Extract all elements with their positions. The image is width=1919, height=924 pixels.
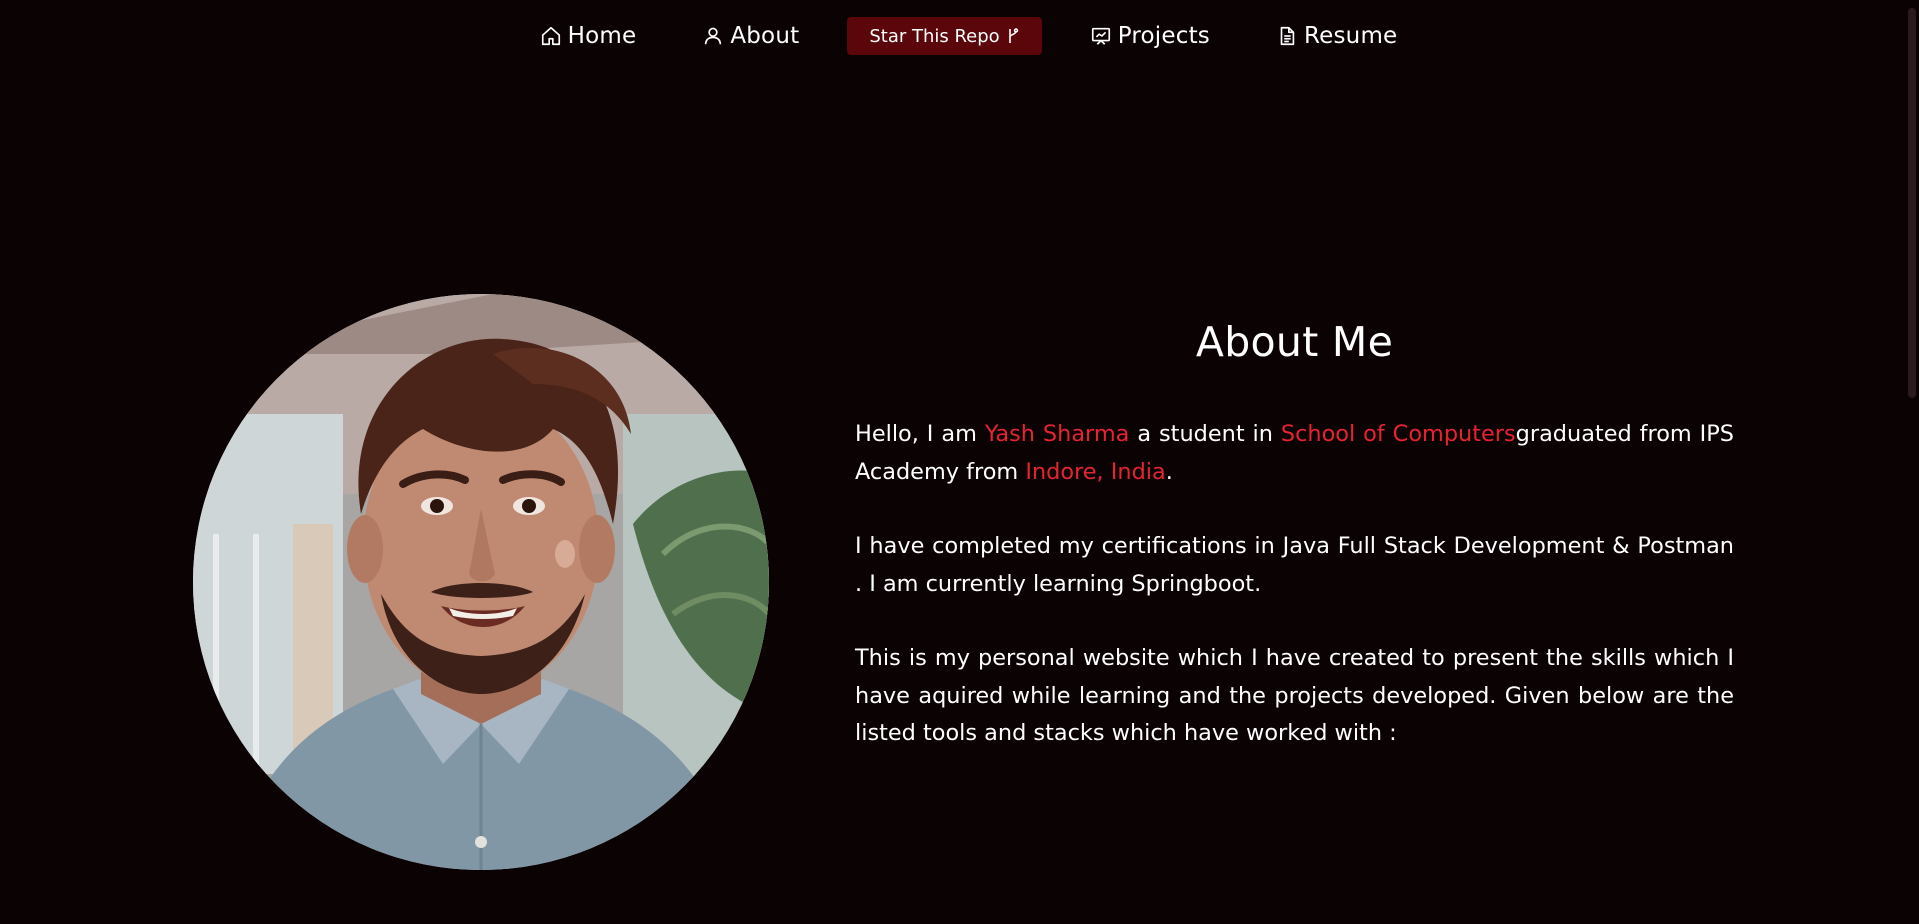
nav-projects-label: Projects [1117, 23, 1210, 49]
about-certifications-paragraph: I have completed my certifications in Ja… [855, 533, 1734, 597]
about-title: About Me [1195, 318, 1394, 366]
nav-home-link[interactable]: Home [540, 23, 637, 49]
intro-text-4: . [1165, 458, 1173, 485]
presentation-icon [1091, 27, 1110, 45]
document-icon [1280, 26, 1295, 46]
highlight-school: School of Computers [1280, 421, 1516, 447]
scrollbar-thumb[interactable] [1908, 8, 1916, 398]
nav-projects-link[interactable]: Projects [1090, 23, 1210, 49]
highlight-name: Yash Sharma [984, 421, 1130, 447]
star-repo-button[interactable]: Star This Repo [847, 17, 1042, 55]
nav-resume-link[interactable]: Resume [1276, 23, 1397, 49]
home-icon [541, 26, 560, 46]
page-scrollbar[interactable] [1905, 0, 1919, 400]
navbar: Home About Star This Repo Projects Resum… [0, 0, 1919, 72]
nav-links: Home About Star This Repo Projects Resum… [507, 17, 1431, 55]
profile-photo [193, 294, 769, 870]
about-section: About Me Hello, I am Yash Sharma a stude… [855, 318, 1734, 790]
highlight-location: Indore, India [1025, 458, 1166, 485]
nav-resume-label: Resume [1303, 23, 1398, 49]
nav-about-label: About [730, 23, 800, 49]
fork-icon [1008, 28, 1018, 43]
nav-about-link[interactable]: About [702, 23, 799, 49]
user-icon [705, 27, 722, 45]
about-website-paragraph: This is my personal website which I have… [855, 645, 1734, 746]
page: Home About Star This Repo Projects Resum… [0, 0, 1919, 924]
intro-text-1: Hello, I am [855, 421, 985, 447]
nav-home-label: Home [567, 23, 637, 49]
intro-text-2: a student in [1129, 421, 1281, 447]
about-intro-paragraph: Hello, I am Yash Sharma a student in Sch… [855, 416, 1734, 491]
profile-photo-illustration [193, 294, 769, 870]
star-repo-label: Star This Repo [869, 25, 1000, 47]
